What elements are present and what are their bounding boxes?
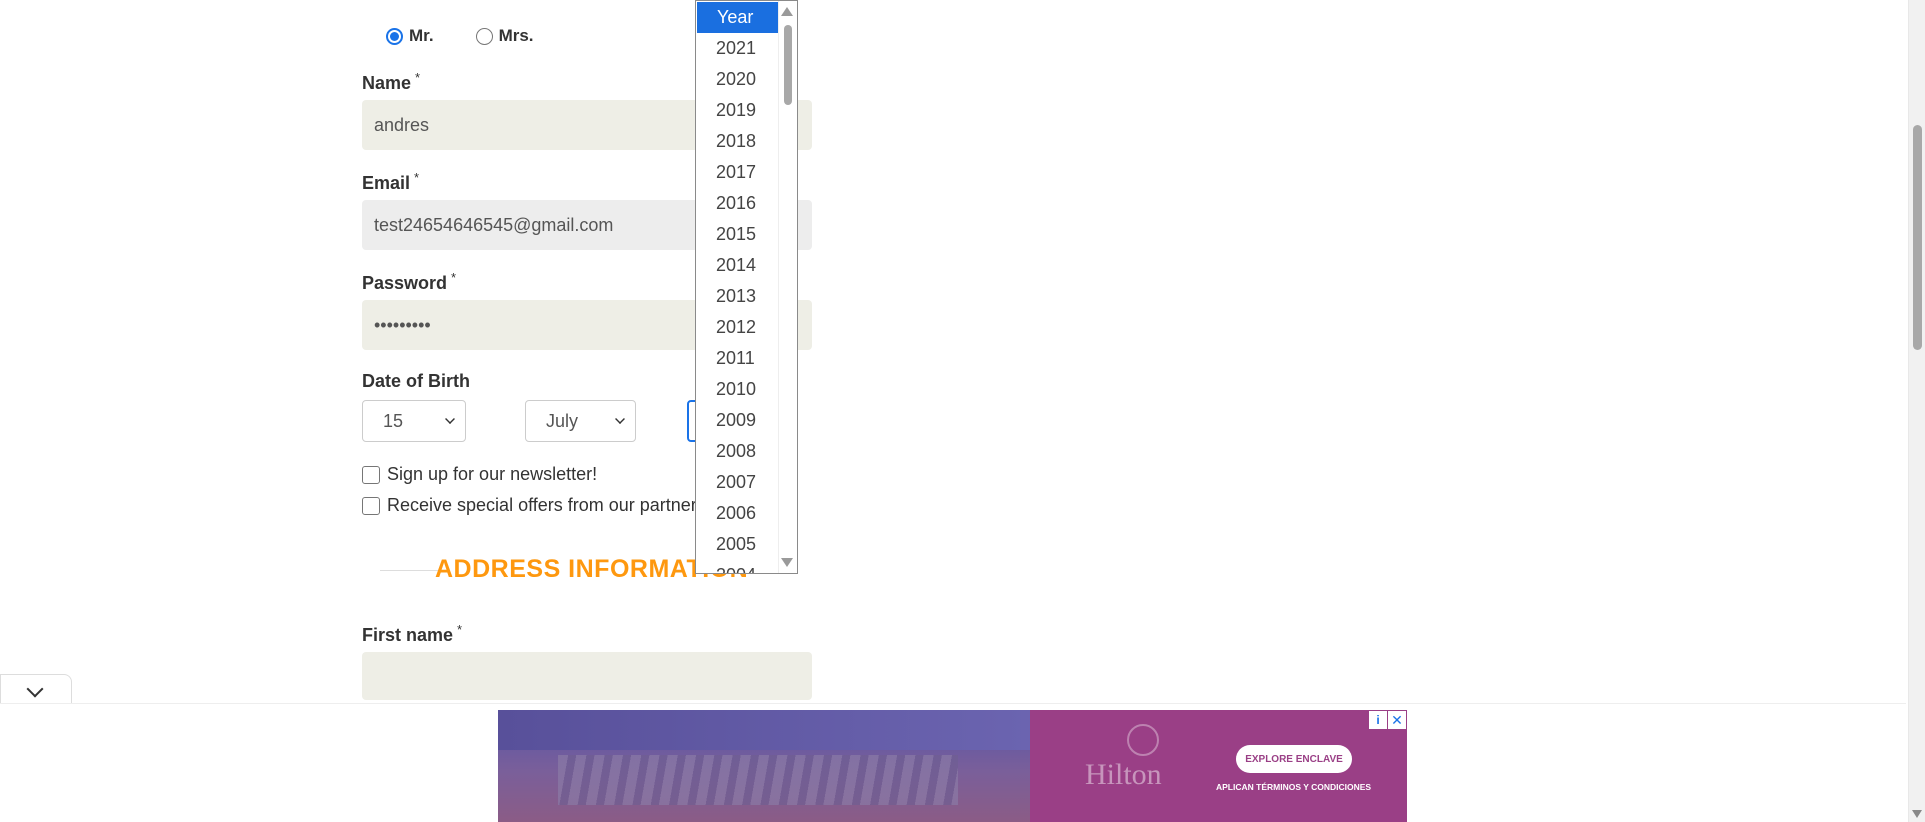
- hilton-ad-banner[interactable]: Hilton EXPLORE ENCLAVE APLICAN TÉRMINOS …: [498, 710, 1407, 822]
- year-option[interactable]: 2007: [696, 467, 779, 498]
- scroll-up-icon[interactable]: [781, 7, 793, 16]
- mr-radio[interactable]: [386, 27, 403, 45]
- year-dropdown-list[interactable]: Year 2021 2020 2019 2018 2017 2016 2015 2014 2013…: [695, 0, 798, 574]
- chevron-down-icon: [615, 414, 625, 424]
- dob-label: Date of Birth: [362, 371, 470, 391]
- email-label-text: Email: [362, 173, 411, 193]
- ad-brand: Hilton: [1085, 758, 1162, 791]
- year-option[interactable]: 2011: [696, 343, 779, 374]
- newsletter-row: Sign up for our newsletter!: [362, 464, 597, 485]
- ad-info-icon[interactable]: i: [1369, 711, 1387, 729]
- month-select-value: July: [546, 410, 579, 431]
- year-option[interactable]: 2015: [696, 219, 779, 250]
- scroll-down-icon[interactable]: [1912, 810, 1922, 818]
- ad-collapse-tab[interactable]: [0, 674, 72, 704]
- title-radio-group: Mr. Mrs.: [386, 26, 534, 46]
- required-mark: *: [457, 622, 463, 637]
- newsletter-label: Sign up for our newsletter!: [387, 464, 598, 484]
- required-mark: *: [415, 70, 421, 85]
- ad-sea: [498, 710, 1030, 750]
- day-select[interactable]: 15: [362, 400, 466, 442]
- year-option[interactable]: 2019: [696, 95, 779, 126]
- email-label: Email *: [362, 170, 419, 194]
- year-option[interactable]: 2018: [696, 126, 779, 157]
- offers-row: Receive special offers from our partners…: [362, 495, 711, 516]
- offers-checkbox[interactable]: [362, 496, 380, 515]
- chevron-down-icon: [26, 680, 44, 698]
- year-option[interactable]: 2008: [696, 436, 779, 467]
- year-option[interactable]: 2012: [696, 312, 779, 343]
- password-label: Password *: [362, 270, 456, 294]
- dropdown-scroll-thumb[interactable]: [784, 25, 792, 105]
- scroll-down-icon[interactable]: [781, 558, 793, 567]
- day-select-value: 15: [383, 410, 404, 431]
- hilton-logo-icon: [1127, 724, 1159, 756]
- first-name-label-text: First name: [362, 625, 454, 645]
- year-option[interactable]: 2013: [696, 281, 779, 312]
- year-option[interactable]: 2016: [696, 188, 779, 219]
- ad-close-icon[interactable]: ✕: [1388, 711, 1406, 729]
- ad-cta-button[interactable]: EXPLORE ENCLAVE: [1236, 745, 1352, 773]
- required-mark: *: [451, 270, 457, 285]
- year-option[interactable]: 2010: [696, 374, 779, 405]
- first-name-label: First name *: [362, 622, 462, 646]
- mrs-label: Mrs.: [498, 26, 534, 45]
- mrs-radio[interactable]: [475, 27, 493, 45]
- year-option[interactable]: 2004: [696, 560, 779, 573]
- year-option[interactable]: 2009: [696, 405, 779, 436]
- first-name-input[interactable]: [362, 652, 812, 700]
- year-option[interactable]: 2005: [696, 529, 779, 560]
- password-label-text: Password: [362, 273, 448, 293]
- name-label: Name *: [362, 70, 420, 94]
- year-option[interactable]: Year: [697, 2, 780, 33]
- ad-terms: APLICAN TÉRMINOS Y CONDICIONES: [1216, 782, 1372, 792]
- page-scrollbar[interactable]: [1908, 0, 1925, 822]
- chevron-down-icon: [445, 414, 455, 424]
- year-option[interactable]: 2014: [696, 250, 779, 281]
- month-select[interactable]: July: [525, 400, 636, 442]
- ad-shore: [558, 755, 958, 805]
- mr-label: Mr.: [409, 26, 434, 45]
- year-option[interactable]: 2021: [696, 33, 779, 64]
- required-mark: *: [414, 170, 420, 185]
- year-option[interactable]: 2006: [696, 498, 779, 529]
- ad-resort-image: [498, 710, 1030, 822]
- page-scroll-thumb[interactable]: [1913, 125, 1922, 350]
- offers-label: Receive special offers from our partners…: [387, 495, 711, 515]
- ad-panel: Hilton EXPLORE ENCLAVE APLICAN TÉRMINOS …: [1030, 710, 1407, 822]
- name-label-text: Name: [362, 73, 412, 93]
- year-option[interactable]: 2017: [696, 157, 779, 188]
- dropdown-scrollbar[interactable]: [778, 1, 797, 573]
- newsletter-checkbox[interactable]: [362, 465, 380, 484]
- year-option[interactable]: 2020: [696, 64, 779, 95]
